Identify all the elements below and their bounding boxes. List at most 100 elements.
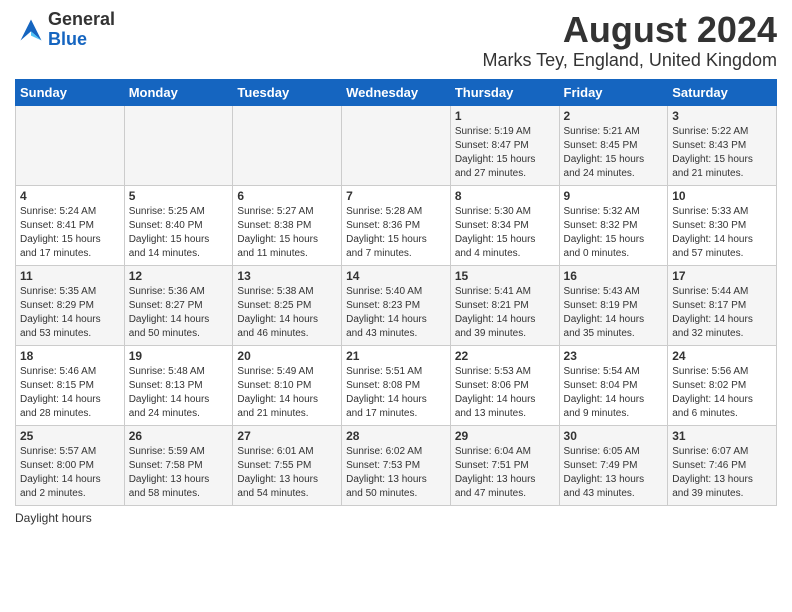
day-number: 28: [346, 429, 446, 443]
day-info: Sunrise: 5:49 AM Sunset: 8:10 PM Dayligh…: [237, 365, 337, 421]
header-day-sunday: Sunday: [16, 79, 125, 105]
calendar-cell: 5Sunrise: 5:25 AM Sunset: 8:40 PM Daylig…: [124, 185, 233, 265]
calendar-cell: 14 Sunrise: 5:40 AM Sunset: 8:23 PM Dayli…: [342, 265, 451, 345]
header-row: SundayMondayTuesdayWednesdayThursdayFrid…: [16, 79, 777, 105]
week-row-5: 25Sunrise: 5:57 AM Sunset: 8:00 PM Dayli…: [16, 425, 777, 505]
calendar-cell: 28Sunrise: 6:02 AM Sunset: 7:53 PM Dayli…: [342, 425, 451, 505]
day-number: 4: [20, 189, 120, 203]
calendar-cell: 24Sunrise: 5:56 AM Sunset: 8:02 PM Dayli…: [668, 345, 777, 425]
calendar-cell: 3Sunrise: 5:22 AM Sunset: 8:43 PM Daylig…: [668, 105, 777, 185]
calendar-cell: 26 Sunrise: 5:59 AM Sunset: 7:58 PM Dayli…: [124, 425, 233, 505]
logo-blue: Blue: [48, 30, 115, 50]
day-number: 16: [564, 269, 664, 283]
calendar-cell: 31 Sunrise: 6:07 AM Sunset: 7:46 PM Dayli…: [668, 425, 777, 505]
day-info: Sunrise: 5:28 AM Sunset: 8:36 PM Dayligh…: [346, 205, 446, 261]
day-number: 29: [455, 429, 555, 443]
day-number: 6: [237, 189, 337, 203]
day-number: 10: [672, 189, 772, 203]
subtitle: Marks Tey, England, United Kingdom: [483, 50, 778, 71]
day-info: Sunrise: 5:38 AM Sunset: 8:25 PM Dayligh…: [237, 285, 337, 341]
calendar-cell: 11 Sunrise: 5:35 AM Sunset: 8:29 PM Dayli…: [16, 265, 125, 345]
calendar-cell: 18 Sunrise: 5:46 AM Sunset: 8:15 PM Dayli…: [16, 345, 125, 425]
day-number: 5: [129, 189, 229, 203]
day-info: Sunrise: 6:04 AM Sunset: 7:51 PM Dayligh…: [455, 445, 555, 501]
footer: Daylight hours: [15, 511, 777, 525]
day-info: Sunrise: 5:54 AM Sunset: 8:04 PM Dayligh…: [564, 365, 664, 421]
logo-icon: [17, 16, 45, 44]
day-info: Sunrise: 6:07 AM Sunset: 7:46 PM Dayligh…: [672, 445, 772, 501]
day-info: Sunrise: 6:01 AM Sunset: 7:55 PM Dayligh…: [237, 445, 337, 501]
calendar-cell: 15Sunrise: 5:41 AM Sunset: 8:21 PM Dayli…: [450, 265, 559, 345]
header-day-saturday: Saturday: [668, 79, 777, 105]
day-info: Sunrise: 5:24 AM Sunset: 8:41 PM Dayligh…: [20, 205, 120, 261]
day-number: 11: [20, 269, 120, 283]
day-number: 3: [672, 109, 772, 123]
day-info: Sunrise: 5:40 AM Sunset: 8:23 PM Dayligh…: [346, 285, 446, 341]
day-info: Sunrise: 5:41 AM Sunset: 8:21 PM Dayligh…: [455, 285, 555, 341]
calendar-cell: [233, 105, 342, 185]
calendar-cell: 22 Sunrise: 5:53 AM Sunset: 8:06 PM Dayli…: [450, 345, 559, 425]
day-number: 9: [564, 189, 664, 203]
page: General Blue August 2024 Marks Tey, Engl…: [0, 0, 792, 612]
day-number: 23: [564, 349, 664, 363]
day-number: 8: [455, 189, 555, 203]
calendar-cell: 4 Sunrise: 5:24 AM Sunset: 8:41 PM Daylig…: [16, 185, 125, 265]
day-number: 13: [237, 269, 337, 283]
week-row-2: 4 Sunrise: 5:24 AM Sunset: 8:41 PM Daylig…: [16, 185, 777, 265]
day-number: 21: [346, 349, 446, 363]
calendar-table: SundayMondayTuesdayWednesdayThursdayFrid…: [15, 79, 777, 506]
calendar-cell: 30 Sunrise: 6:05 AM Sunset: 7:49 PM Dayli…: [559, 425, 668, 505]
week-row-1: 1Sunrise: 5:19 AM Sunset: 8:47 PM Daylig…: [16, 105, 777, 185]
day-info: Sunrise: 5:51 AM Sunset: 8:08 PM Dayligh…: [346, 365, 446, 421]
day-info: Sunrise: 5:53 AM Sunset: 8:06 PM Dayligh…: [455, 365, 555, 421]
day-info: Sunrise: 5:19 AM Sunset: 8:47 PM Dayligh…: [455, 125, 555, 181]
main-title: August 2024: [483, 10, 778, 50]
calendar-header: SundayMondayTuesdayWednesdayThursdayFrid…: [16, 79, 777, 105]
footer-text: Daylight hours: [15, 511, 92, 525]
day-number: 20: [237, 349, 337, 363]
logo: General Blue: [15, 10, 115, 50]
calendar-cell: 10Sunrise: 5:33 AM Sunset: 8:30 PM Dayli…: [668, 185, 777, 265]
logo-general: General: [48, 10, 115, 30]
day-info: Sunrise: 5:59 AM Sunset: 7:58 PM Dayligh…: [129, 445, 229, 501]
calendar-cell: 29 Sunrise: 6:04 AM Sunset: 7:51 PM Dayli…: [450, 425, 559, 505]
week-row-4: 18 Sunrise: 5:46 AM Sunset: 8:15 PM Dayli…: [16, 345, 777, 425]
day-info: Sunrise: 5:35 AM Sunset: 8:29 PM Dayligh…: [20, 285, 120, 341]
day-info: Sunrise: 5:46 AM Sunset: 8:15 PM Dayligh…: [20, 365, 120, 421]
day-info: Sunrise: 5:44 AM Sunset: 8:17 PM Dayligh…: [672, 285, 772, 341]
day-number: 27: [237, 429, 337, 443]
day-number: 26: [129, 429, 229, 443]
calendar-cell: 9 Sunrise: 5:32 AM Sunset: 8:32 PM Daylig…: [559, 185, 668, 265]
day-number: 25: [20, 429, 120, 443]
calendar-cell: [124, 105, 233, 185]
week-row-3: 11 Sunrise: 5:35 AM Sunset: 8:29 PM Dayli…: [16, 265, 777, 345]
day-number: 22: [455, 349, 555, 363]
day-number: 14: [346, 269, 446, 283]
day-info: Sunrise: 5:32 AM Sunset: 8:32 PM Dayligh…: [564, 205, 664, 261]
calendar-cell: [16, 105, 125, 185]
calendar-cell: 2Sunrise: 5:21 AM Sunset: 8:45 PM Daylig…: [559, 105, 668, 185]
calendar-cell: 7 Sunrise: 5:28 AM Sunset: 8:36 PM Daylig…: [342, 185, 451, 265]
day-number: 24: [672, 349, 772, 363]
logo-text: General Blue: [48, 10, 115, 50]
day-number: 18: [20, 349, 120, 363]
day-number: 17: [672, 269, 772, 283]
day-info: Sunrise: 6:05 AM Sunset: 7:49 PM Dayligh…: [564, 445, 664, 501]
header-day-tuesday: Tuesday: [233, 79, 342, 105]
calendar-cell: 17 Sunrise: 5:44 AM Sunset: 8:17 PM Dayli…: [668, 265, 777, 345]
day-number: 30: [564, 429, 664, 443]
day-info: Sunrise: 5:36 AM Sunset: 8:27 PM Dayligh…: [129, 285, 229, 341]
calendar-cell: 25Sunrise: 5:57 AM Sunset: 8:00 PM Dayli…: [16, 425, 125, 505]
header: General Blue August 2024 Marks Tey, Engl…: [15, 10, 777, 71]
day-info: Sunrise: 5:30 AM Sunset: 8:34 PM Dayligh…: [455, 205, 555, 261]
day-number: 31: [672, 429, 772, 443]
day-number: 2: [564, 109, 664, 123]
calendar-body: 1Sunrise: 5:19 AM Sunset: 8:47 PM Daylig…: [16, 105, 777, 505]
day-number: 12: [129, 269, 229, 283]
day-info: Sunrise: 5:43 AM Sunset: 8:19 PM Dayligh…: [564, 285, 664, 341]
header-day-monday: Monday: [124, 79, 233, 105]
calendar-cell: 23 Sunrise: 5:54 AM Sunset: 8:04 PM Dayli…: [559, 345, 668, 425]
day-number: 7: [346, 189, 446, 203]
calendar-cell: 6Sunrise: 5:27 AM Sunset: 8:38 PM Daylig…: [233, 185, 342, 265]
calendar-cell: 21 Sunrise: 5:51 AM Sunset: 8:08 PM Dayli…: [342, 345, 451, 425]
